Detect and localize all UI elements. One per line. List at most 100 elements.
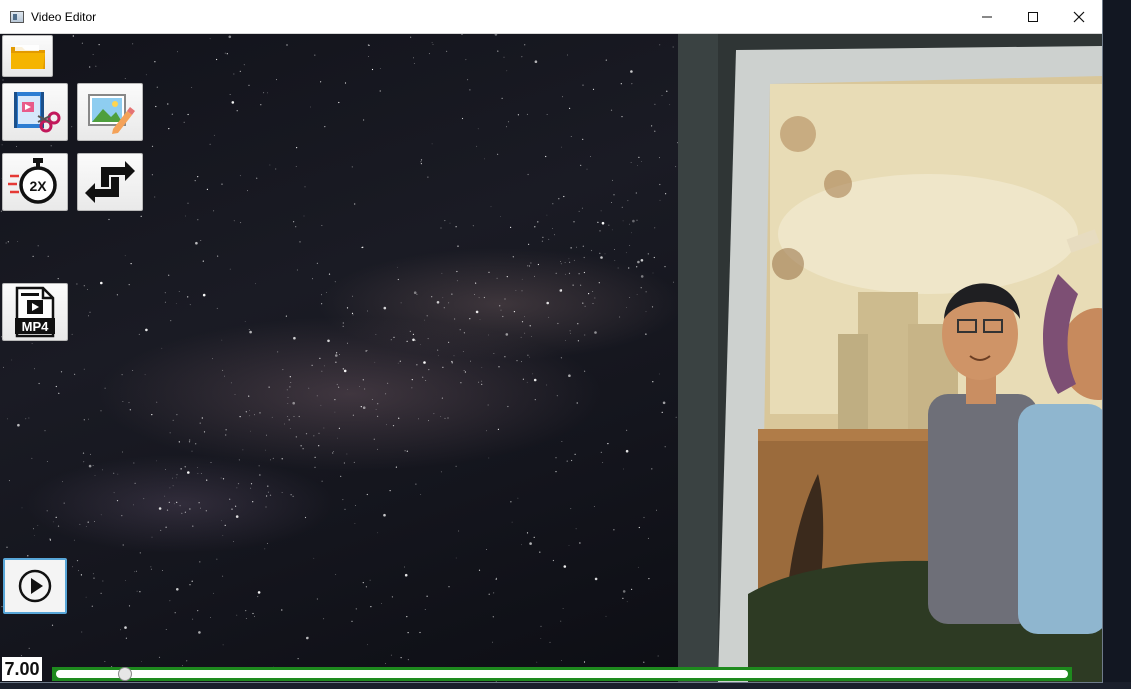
- star: [498, 366, 500, 368]
- export-mp4-button[interactable]: MP4: [2, 283, 68, 341]
- star: [533, 378, 537, 382]
- star: [303, 215, 305, 217]
- star: [94, 521, 95, 522]
- star: [239, 416, 241, 418]
- star: [370, 606, 372, 608]
- star: [637, 260, 640, 264]
- star: [505, 333, 509, 336]
- star: [189, 439, 191, 441]
- open-folder-button[interactable]: [2, 35, 53, 77]
- star: [626, 601, 628, 603]
- star: [88, 418, 89, 420]
- star: [451, 293, 453, 295]
- star: [292, 495, 294, 497]
- star: [472, 225, 474, 227]
- maximize-button[interactable]: [1010, 0, 1056, 33]
- star: [116, 500, 119, 502]
- star: [537, 263, 540, 266]
- star: [444, 417, 446, 419]
- star: [363, 119, 365, 121]
- star: [44, 430, 46, 432]
- star: [433, 413, 435, 415]
- timeline-track[interactable]: [56, 667, 1068, 681]
- star: [129, 409, 131, 411]
- star: [120, 629, 121, 631]
- star: [248, 329, 250, 330]
- star: [164, 292, 166, 294]
- star: [139, 591, 141, 593]
- star: [594, 577, 598, 581]
- star: [554, 234, 555, 236]
- star: [425, 380, 427, 381]
- play-button[interactable]: [3, 558, 67, 614]
- star: [71, 333, 73, 335]
- speed-button[interactable]: 2X: [2, 153, 68, 211]
- star: [164, 495, 166, 497]
- star: [292, 401, 296, 405]
- star: [247, 190, 249, 192]
- star: [599, 230, 601, 232]
- star: [58, 392, 60, 394]
- star: [506, 276, 508, 278]
- desktop-background-bottom: [0, 682, 1131, 689]
- star: [200, 507, 201, 509]
- star: [365, 586, 367, 588]
- window-controls: [964, 0, 1102, 33]
- timeline-thumb[interactable]: [117, 667, 132, 681]
- star: [8, 480, 10, 482]
- star: [259, 474, 261, 476]
- cut-video-button[interactable]: [2, 83, 68, 141]
- star: [352, 414, 354, 416]
- star: [63, 502, 65, 504]
- star: [368, 44, 370, 46]
- star: [582, 245, 584, 247]
- star: [17, 423, 20, 427]
- star: [222, 535, 224, 536]
- star: [121, 515, 123, 517]
- title-bar[interactable]: Video Editor: [0, 0, 1102, 34]
- star: [582, 138, 584, 140]
- star: [627, 200, 629, 202]
- mp4-file-icon: MP4: [15, 286, 55, 338]
- close-button[interactable]: [1056, 0, 1102, 33]
- edit-image-button[interactable]: [77, 83, 143, 141]
- star: [3, 366, 4, 368]
- star: [527, 354, 529, 356]
- star: [479, 319, 481, 320]
- star: [78, 570, 79, 572]
- star: [209, 143, 211, 145]
- star: [79, 523, 81, 525]
- star: [281, 609, 283, 611]
- star: [177, 51, 179, 53]
- star: [351, 312, 354, 314]
- stopwatch-2x-icon: 2X: [8, 158, 57, 204]
- star: [632, 219, 635, 223]
- star: [640, 287, 642, 289]
- star: [440, 471, 442, 473]
- star: [569, 330, 571, 332]
- minimize-button[interactable]: [964, 0, 1010, 33]
- star: [560, 289, 563, 291]
- star: [635, 192, 637, 194]
- star: [613, 194, 615, 196]
- star: [636, 266, 638, 268]
- star: [252, 612, 254, 615]
- star: [428, 369, 430, 371]
- star: [507, 405, 509, 408]
- star: [87, 289, 88, 290]
- swap-button[interactable]: [77, 153, 143, 211]
- star: [575, 528, 577, 530]
- star: [206, 188, 208, 190]
- star: [290, 494, 292, 496]
- star: [422, 376, 424, 378]
- star: [134, 482, 136, 484]
- star: [608, 224, 610, 226]
- star: [404, 450, 406, 452]
- star: [460, 382, 462, 384]
- star: [122, 451, 123, 453]
- star: [352, 314, 354, 316]
- star: [366, 493, 368, 496]
- star: [134, 571, 136, 573]
- star: [25, 418, 27, 420]
- timeline-slider[interactable]: [52, 667, 1072, 681]
